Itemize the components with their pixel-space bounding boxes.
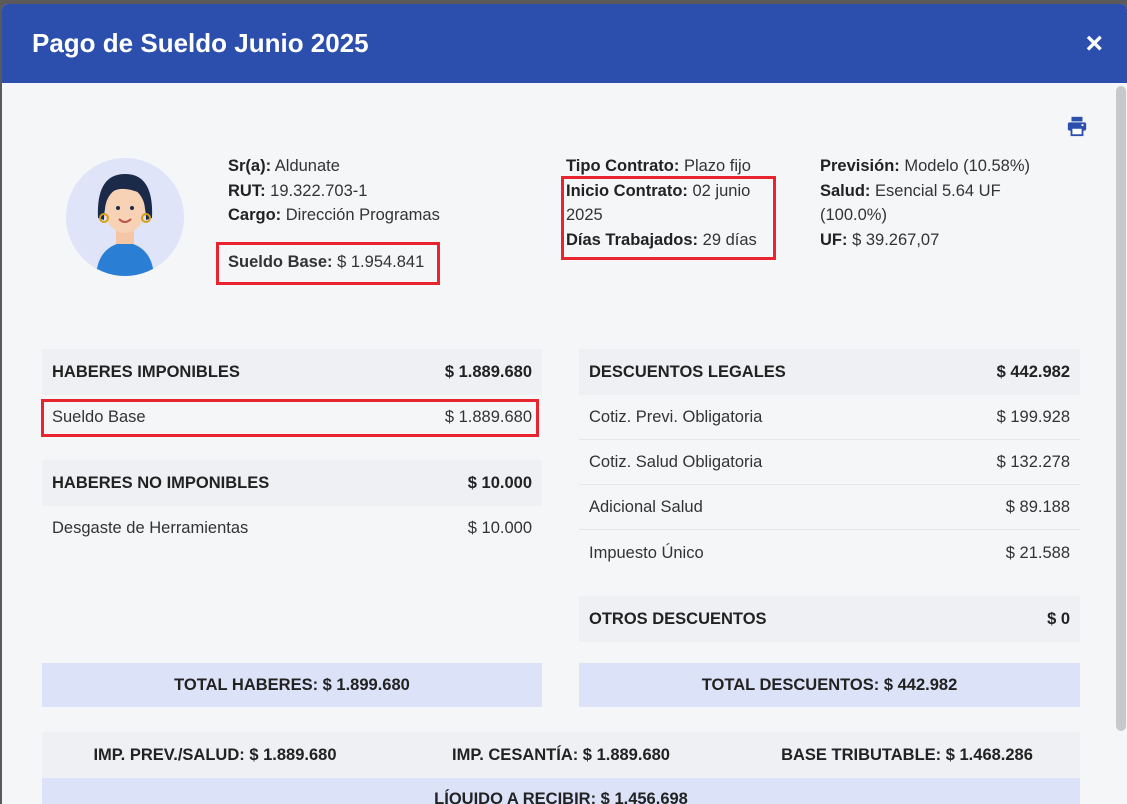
- liquido-a-recibir: LÍQUIDO A RECIBIR: $ 1.456.698: [42, 778, 1080, 804]
- employee-name: Aldunate: [274, 157, 340, 175]
- uf-label: UF:: [820, 230, 848, 249]
- scrollbar[interactable]: [1116, 86, 1126, 731]
- prevision-info: Previsión: Modelo (10.58%) Salud: Esenci…: [820, 154, 1050, 252]
- contract-info: Tipo Contrato: Plazo fijo Inicio Contrat…: [566, 154, 786, 252]
- row-value: $ 89.188: [1005, 497, 1070, 516]
- row-value: $ 10.000: [467, 519, 532, 537]
- row-label: Cotiz. Salud Obligatoria: [589, 452, 763, 471]
- row-value: $ 132.278: [996, 452, 1070, 471]
- descuentos-legales-header: DESCUENTOS LEGALES $ 442.982: [579, 349, 1080, 395]
- tipo-contrato-label: Tipo Contrato:: [566, 157, 680, 175]
- haberes-no-imponibles-header: HABERES NO IMPONIBLES $ 10.000: [42, 460, 542, 506]
- table-row: Adicional Salud $ 89.188: [579, 485, 1080, 530]
- haberes-imponibles-header: HABERES IMPONIBLES $ 1.889.680: [42, 349, 542, 395]
- inicio-contrato-label: Inicio Contrato:: [566, 181, 688, 200]
- table-row: Desgaste de Herramientas $ 10.000: [42, 506, 542, 551]
- section-title: OTROS DESCUENTOS: [589, 609, 767, 628]
- printer-icon[interactable]: [1066, 115, 1088, 137]
- section-title: HABERES NO IMPONIBLES: [52, 473, 270, 492]
- table-row: Cotiz. Salud Obligatoria $ 132.278: [579, 440, 1080, 485]
- total-haberes: TOTAL HABERES: $ 1.899.680: [42, 663, 542, 707]
- salud-label: Salud:: [820, 181, 871, 200]
- employee-rut: 19.322.703-1: [270, 181, 368, 200]
- imp-cesantia: IMP. CESANTÍA: $ 1.889.680: [452, 745, 670, 764]
- table-row: Sueldo Base $ 1.889.680: [42, 395, 542, 440]
- modal-title: Pago de Sueldo Junio 2025: [32, 28, 369, 58]
- cargo-label: Cargo:: [228, 206, 282, 224]
- modal-header: Pago de Sueldo Junio 2025 ×: [2, 4, 1127, 83]
- section-total: $ 442.982: [996, 362, 1070, 381]
- row-value: $ 21.588: [1005, 544, 1070, 562]
- close-icon[interactable]: ×: [1085, 28, 1103, 59]
- name-label: Sr(a):: [228, 157, 272, 175]
- sueldo-base-label: Sueldo Base:: [228, 253, 333, 271]
- prevision-value: Modelo (10.58%): [904, 157, 1031, 175]
- section-total: $ 1.889.680: [444, 362, 532, 381]
- section-title: HABERES IMPONIBLES: [52, 362, 240, 381]
- prevision-label: Previsión:: [820, 157, 900, 175]
- summary-bar: IMP. PREV./SALUD: $ 1.889.680 IMP. CESAN…: [42, 732, 1080, 778]
- otros-descuentos-header: OTROS DESCUENTOS $ 0: [579, 596, 1080, 642]
- row-label: Cotiz. Previ. Obligatoria: [589, 407, 763, 426]
- row-label: Impuesto Único: [589, 544, 704, 562]
- employee-cargo: Dirección Programas: [285, 206, 440, 224]
- table-row: Cotiz. Previ. Obligatoria $ 199.928: [579, 395, 1080, 440]
- imp-prev-salud: IMP. PREV./SALUD: $ 1.889.680: [93, 745, 337, 764]
- rut-label: RUT:: [228, 181, 266, 200]
- sueldo-base-value: $ 1.954.841: [337, 253, 425, 271]
- row-label: Sueldo Base: [52, 408, 146, 426]
- row-value: $ 199.928: [996, 407, 1070, 426]
- dias-trabajados-value: 29 días: [702, 230, 757, 249]
- row-label: Desgaste de Herramientas: [52, 519, 249, 537]
- section-total: $ 0: [1047, 609, 1070, 628]
- section-total: $ 10.000: [467, 473, 532, 492]
- uf-value: $ 39.267,07: [852, 230, 940, 249]
- total-descuentos: TOTAL DESCUENTOS: $ 442.982: [579, 663, 1080, 707]
- avatar: [66, 158, 184, 276]
- payslip-modal: Pago de Sueldo Junio 2025 × Sr(a): Aldun…: [2, 4, 1127, 804]
- dias-trabajados-label: Días Trabajados:: [566, 230, 699, 249]
- sueldo-base-info: Sueldo Base: $ 1.954.841: [228, 253, 424, 272]
- table-row: Impuesto Único $ 21.588: [579, 531, 1080, 576]
- tipo-contrato-value: Plazo fijo: [683, 157, 751, 175]
- row-label: Adicional Salud: [589, 497, 703, 516]
- section-title: DESCUENTOS LEGALES: [589, 362, 786, 381]
- employee-info: Sr(a): Aldunate RUT: 19.322.703-1 Cargo:…: [228, 154, 548, 228]
- base-tributable: BASE TRIBUTABLE: $ 1.468.286: [781, 745, 1033, 764]
- row-value: $ 1.889.680: [444, 408, 532, 426]
